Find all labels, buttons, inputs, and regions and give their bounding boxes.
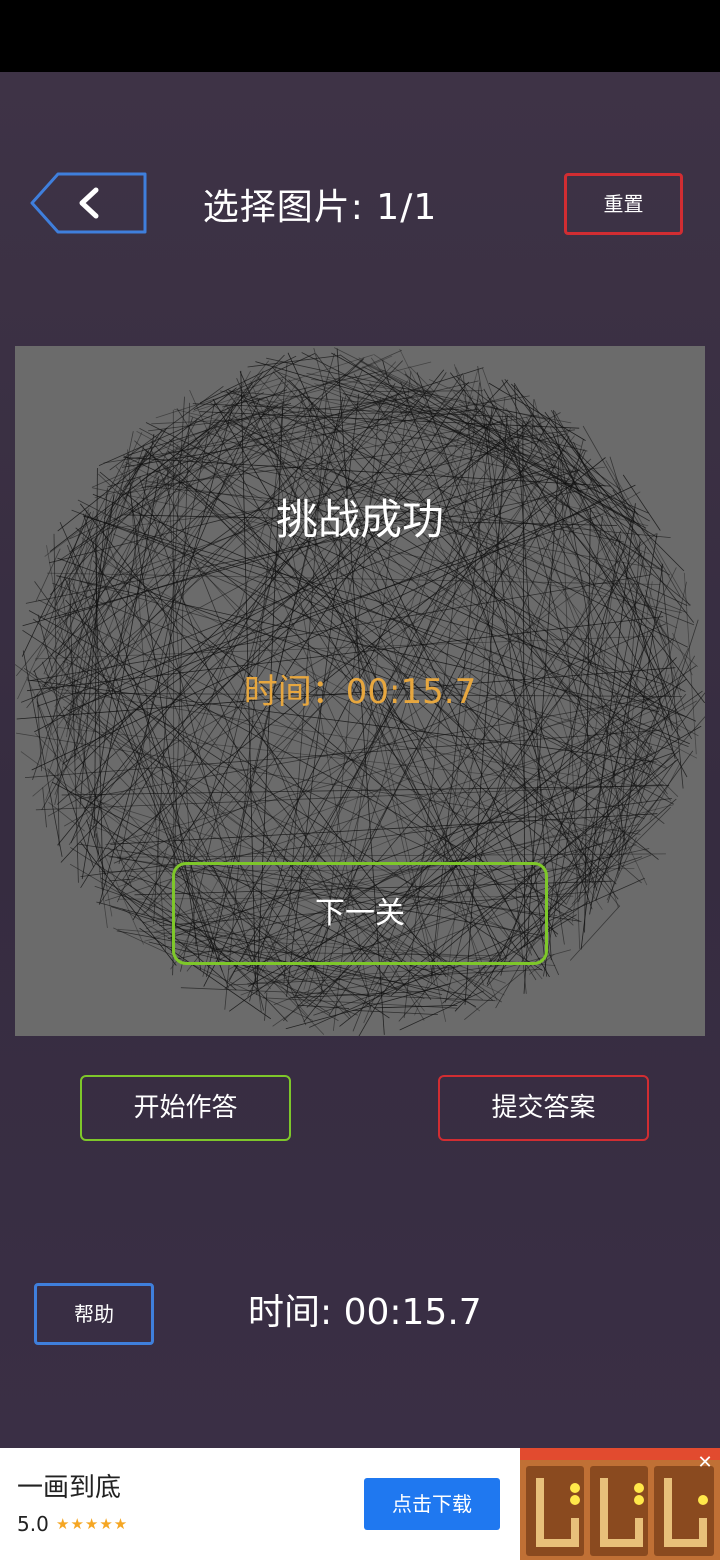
back-button[interactable] — [30, 172, 148, 234]
ad-banner[interactable]: 一画到底 5.0 ★★★★★ 点击下载 ✕ — [0, 1448, 720, 1560]
status-bar — [0, 0, 720, 72]
close-icon[interactable]: ✕ — [694, 1452, 716, 1474]
star-rating-icon: ★★★★★ — [56, 1515, 129, 1533]
ad-download-button[interactable]: 点击下载 — [364, 1478, 500, 1530]
ad-game-preview — [520, 1448, 720, 1560]
timer-display: 时间: 00:15.7 — [248, 1292, 482, 1333]
ad-image[interactable] — [520, 1448, 720, 1560]
start-answer-button[interactable]: 开始作答 — [80, 1075, 291, 1141]
ad-app-name: 一画到底 — [17, 1473, 122, 1503]
ad-rating: 5.0 — [17, 1512, 49, 1536]
help-button[interactable]: 帮助 — [34, 1283, 154, 1345]
back-arrow-icon — [30, 172, 147, 234]
page-title: 选择图片: 1/1 — [202, 187, 438, 228]
submit-answer-button[interactable]: 提交答案 — [438, 1075, 649, 1141]
success-title: 挑战成功 — [275, 495, 444, 544]
next-level-button[interactable]: 下一关 — [172, 862, 548, 965]
reset-button[interactable]: 重置 — [564, 173, 683, 235]
success-time: 时间：00:15.7 — [243, 672, 477, 712]
